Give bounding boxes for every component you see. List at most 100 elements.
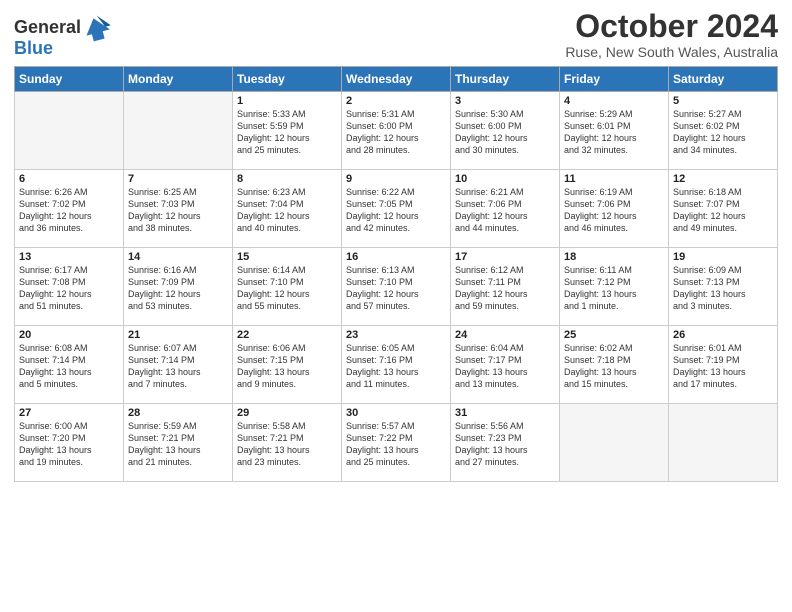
day-info: Sunrise: 6:04 AMSunset: 7:17 PMDaylight:…	[455, 342, 555, 391]
day-number: 28	[128, 407, 228, 419]
day-info: Sunrise: 6:12 AMSunset: 7:11 PMDaylight:…	[455, 264, 555, 313]
header: General Blue October 2024 Ruse, New Sout…	[14, 10, 778, 60]
day-number: 13	[19, 251, 119, 263]
day-info: Sunrise: 5:59 AMSunset: 7:21 PMDaylight:…	[128, 420, 228, 469]
col-sunday: Sunday	[15, 67, 124, 92]
week-row-4: 20Sunrise: 6:08 AMSunset: 7:14 PMDayligh…	[15, 326, 778, 404]
col-saturday: Saturday	[669, 67, 778, 92]
day-cell	[669, 404, 778, 482]
day-number: 22	[237, 329, 337, 341]
week-row-2: 6Sunrise: 6:26 AMSunset: 7:02 PMDaylight…	[15, 170, 778, 248]
day-cell: 26Sunrise: 6:01 AMSunset: 7:19 PMDayligh…	[669, 326, 778, 404]
day-info: Sunrise: 5:27 AMSunset: 6:02 PMDaylight:…	[673, 108, 773, 157]
day-cell: 19Sunrise: 6:09 AMSunset: 7:13 PMDayligh…	[669, 248, 778, 326]
day-number: 23	[346, 329, 446, 341]
day-number: 14	[128, 251, 228, 263]
day-number: 15	[237, 251, 337, 263]
day-cell: 24Sunrise: 6:04 AMSunset: 7:17 PMDayligh…	[451, 326, 560, 404]
day-number: 5	[673, 95, 773, 107]
day-cell: 8Sunrise: 6:23 AMSunset: 7:04 PMDaylight…	[233, 170, 342, 248]
day-info: Sunrise: 6:06 AMSunset: 7:15 PMDaylight:…	[237, 342, 337, 391]
day-cell: 3Sunrise: 5:30 AMSunset: 6:00 PMDaylight…	[451, 92, 560, 170]
day-cell: 27Sunrise: 6:00 AMSunset: 7:20 PMDayligh…	[15, 404, 124, 482]
page: General Blue October 2024 Ruse, New Sout…	[0, 0, 792, 612]
day-cell: 20Sunrise: 6:08 AMSunset: 7:14 PMDayligh…	[15, 326, 124, 404]
day-cell: 1Sunrise: 5:33 AMSunset: 5:59 PMDaylight…	[233, 92, 342, 170]
day-number: 31	[455, 407, 555, 419]
day-number: 11	[564, 173, 664, 185]
day-info: Sunrise: 6:11 AMSunset: 7:12 PMDaylight:…	[564, 264, 664, 313]
day-number: 10	[455, 173, 555, 185]
day-number: 2	[346, 95, 446, 107]
day-cell: 18Sunrise: 6:11 AMSunset: 7:12 PMDayligh…	[560, 248, 669, 326]
col-wednesday: Wednesday	[342, 67, 451, 92]
week-row-5: 27Sunrise: 6:00 AMSunset: 7:20 PMDayligh…	[15, 404, 778, 482]
day-number: 7	[128, 173, 228, 185]
day-info: Sunrise: 5:56 AMSunset: 7:23 PMDaylight:…	[455, 420, 555, 469]
location: Ruse, New South Wales, Australia	[565, 44, 778, 60]
day-cell: 21Sunrise: 6:07 AMSunset: 7:14 PMDayligh…	[124, 326, 233, 404]
day-info: Sunrise: 6:01 AMSunset: 7:19 PMDaylight:…	[673, 342, 773, 391]
day-cell	[124, 92, 233, 170]
month-title: October 2024	[565, 10, 778, 42]
day-number: 30	[346, 407, 446, 419]
day-info: Sunrise: 6:23 AMSunset: 7:04 PMDaylight:…	[237, 186, 337, 235]
day-cell: 22Sunrise: 6:06 AMSunset: 7:15 PMDayligh…	[233, 326, 342, 404]
logo: General Blue	[14, 14, 111, 59]
day-cell: 23Sunrise: 6:05 AMSunset: 7:16 PMDayligh…	[342, 326, 451, 404]
logo-text: General	[14, 18, 81, 38]
day-number: 25	[564, 329, 664, 341]
day-info: Sunrise: 6:09 AMSunset: 7:13 PMDaylight:…	[673, 264, 773, 313]
col-tuesday: Tuesday	[233, 67, 342, 92]
day-cell: 11Sunrise: 6:19 AMSunset: 7:06 PMDayligh…	[560, 170, 669, 248]
col-monday: Monday	[124, 67, 233, 92]
day-info: Sunrise: 5:57 AMSunset: 7:22 PMDaylight:…	[346, 420, 446, 469]
day-number: 6	[19, 173, 119, 185]
day-number: 24	[455, 329, 555, 341]
day-info: Sunrise: 6:02 AMSunset: 7:18 PMDaylight:…	[564, 342, 664, 391]
calendar-table: Sunday Monday Tuesday Wednesday Thursday…	[14, 66, 778, 482]
day-info: Sunrise: 5:33 AMSunset: 5:59 PMDaylight:…	[237, 108, 337, 157]
day-cell: 17Sunrise: 6:12 AMSunset: 7:11 PMDayligh…	[451, 248, 560, 326]
day-info: Sunrise: 6:08 AMSunset: 7:14 PMDaylight:…	[19, 342, 119, 391]
day-number: 20	[19, 329, 119, 341]
week-row-1: 1Sunrise: 5:33 AMSunset: 5:59 PMDaylight…	[15, 92, 778, 170]
day-info: Sunrise: 6:18 AMSunset: 7:07 PMDaylight:…	[673, 186, 773, 235]
day-cell: 2Sunrise: 5:31 AMSunset: 6:00 PMDaylight…	[342, 92, 451, 170]
day-info: Sunrise: 6:17 AMSunset: 7:08 PMDaylight:…	[19, 264, 119, 313]
day-number: 9	[346, 173, 446, 185]
logo-icon	[83, 14, 111, 42]
day-number: 1	[237, 95, 337, 107]
day-info: Sunrise: 6:22 AMSunset: 7:05 PMDaylight:…	[346, 186, 446, 235]
day-number: 12	[673, 173, 773, 185]
col-friday: Friday	[560, 67, 669, 92]
calendar-header-row: Sunday Monday Tuesday Wednesday Thursday…	[15, 67, 778, 92]
day-info: Sunrise: 6:16 AMSunset: 7:09 PMDaylight:…	[128, 264, 228, 313]
day-cell: 31Sunrise: 5:56 AMSunset: 7:23 PMDayligh…	[451, 404, 560, 482]
day-info: Sunrise: 6:21 AMSunset: 7:06 PMDaylight:…	[455, 186, 555, 235]
day-cell: 4Sunrise: 5:29 AMSunset: 6:01 PMDaylight…	[560, 92, 669, 170]
day-cell: 25Sunrise: 6:02 AMSunset: 7:18 PMDayligh…	[560, 326, 669, 404]
day-info: Sunrise: 5:58 AMSunset: 7:21 PMDaylight:…	[237, 420, 337, 469]
day-number: 17	[455, 251, 555, 263]
day-cell: 6Sunrise: 6:26 AMSunset: 7:02 PMDaylight…	[15, 170, 124, 248]
day-info: Sunrise: 6:13 AMSunset: 7:10 PMDaylight:…	[346, 264, 446, 313]
day-info: Sunrise: 5:31 AMSunset: 6:00 PMDaylight:…	[346, 108, 446, 157]
day-cell	[15, 92, 124, 170]
day-cell: 13Sunrise: 6:17 AMSunset: 7:08 PMDayligh…	[15, 248, 124, 326]
day-number: 26	[673, 329, 773, 341]
day-info: Sunrise: 6:25 AMSunset: 7:03 PMDaylight:…	[128, 186, 228, 235]
day-cell: 15Sunrise: 6:14 AMSunset: 7:10 PMDayligh…	[233, 248, 342, 326]
day-cell: 14Sunrise: 6:16 AMSunset: 7:09 PMDayligh…	[124, 248, 233, 326]
day-cell: 10Sunrise: 6:21 AMSunset: 7:06 PMDayligh…	[451, 170, 560, 248]
day-info: Sunrise: 6:26 AMSunset: 7:02 PMDaylight:…	[19, 186, 119, 235]
day-info: Sunrise: 5:29 AMSunset: 6:01 PMDaylight:…	[564, 108, 664, 157]
day-number: 3	[455, 95, 555, 107]
day-number: 18	[564, 251, 664, 263]
day-cell: 29Sunrise: 5:58 AMSunset: 7:21 PMDayligh…	[233, 404, 342, 482]
day-cell: 30Sunrise: 5:57 AMSunset: 7:22 PMDayligh…	[342, 404, 451, 482]
day-info: Sunrise: 6:05 AMSunset: 7:16 PMDaylight:…	[346, 342, 446, 391]
day-number: 29	[237, 407, 337, 419]
day-cell	[560, 404, 669, 482]
day-info: Sunrise: 6:07 AMSunset: 7:14 PMDaylight:…	[128, 342, 228, 391]
